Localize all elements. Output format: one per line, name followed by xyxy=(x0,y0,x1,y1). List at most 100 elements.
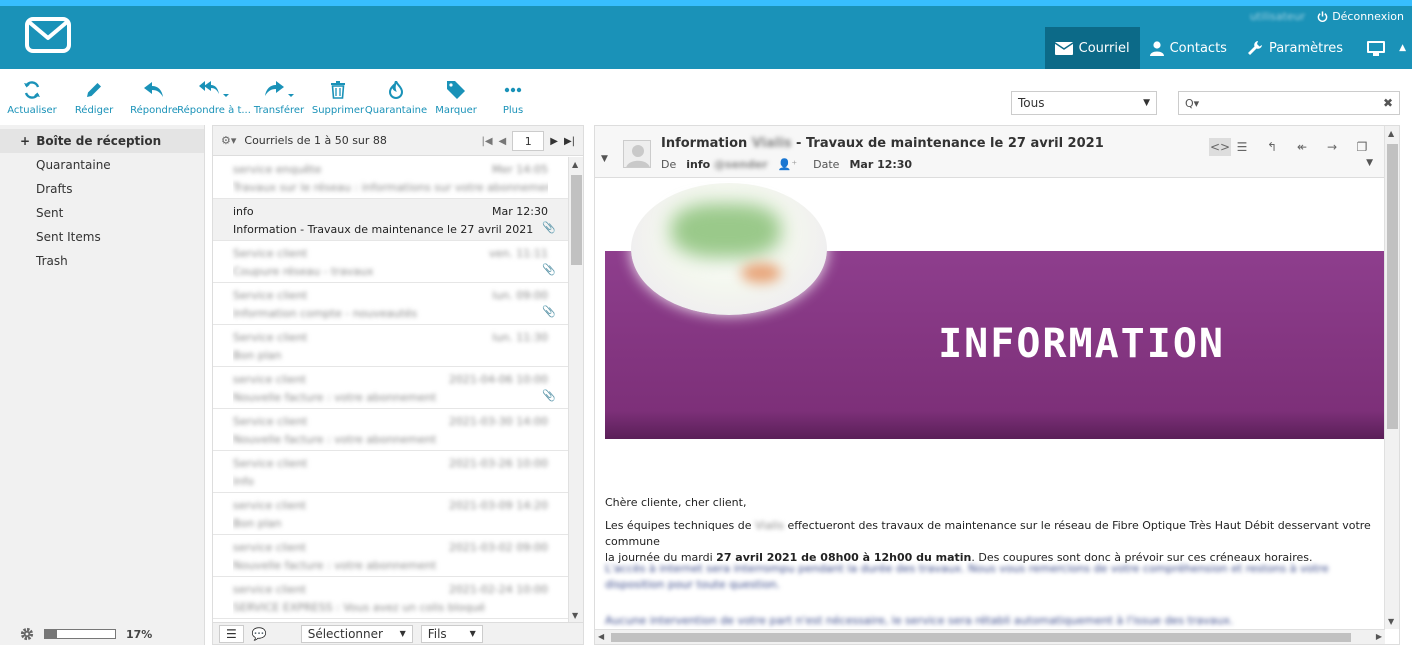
scroll-down-icon[interactable]: ▼ xyxy=(572,611,578,620)
mark-button[interactable]: Marquer xyxy=(435,79,477,116)
table-row[interactable]: service client 2021-03-02 09:00 Nouvelle f… xyxy=(213,535,568,577)
collapse-header-icon[interactable]: ▼ xyxy=(601,154,608,164)
tab-contacts[interactable]: Contacts xyxy=(1140,27,1237,69)
list-scrollbar[interactable]: ▲ ▼ xyxy=(568,157,583,623)
folder-inbox-label: Boîte de réception xyxy=(36,134,162,148)
screen-menu-button[interactable]: ▲ xyxy=(1353,27,1412,69)
forward-button[interactable]: Transférer xyxy=(254,79,304,116)
paperclip-icon: 📎 xyxy=(542,305,556,318)
refresh-button[interactable]: Actualiser xyxy=(7,79,57,116)
expand-plus-icon[interactable]: + xyxy=(20,129,32,153)
folder-list: + Boîte de réception Quarantaine Drafts … xyxy=(0,125,205,645)
thread-dropdown[interactable]: Fils ▼ xyxy=(420,624,483,643)
next-page-icon[interactable]: ▶ xyxy=(550,136,558,147)
search-input[interactable]: Q▾ ✖ xyxy=(1178,91,1400,115)
more-button[interactable]: Plus xyxy=(498,79,528,116)
table-row[interactable]: Service client 2021-03-26 10:00 Info xyxy=(213,451,568,493)
preview-horizontal-scrollbar[interactable]: ◀ ▶ xyxy=(595,629,1385,644)
monitor-icon xyxy=(1367,40,1386,56)
from-address[interactable]: info @sender xyxy=(686,158,767,171)
compose-button[interactable]: Rédiger xyxy=(75,79,113,116)
more-label: Plus xyxy=(502,105,524,116)
table-row[interactable]: Service client ven. 11:11 Coupure réseau -… xyxy=(213,241,568,283)
reply-label: Répondre xyxy=(130,105,178,116)
delete-button[interactable]: Supprimer xyxy=(311,79,365,116)
reply-all-button[interactable]: Répondre à t... xyxy=(177,79,251,116)
open-window-icon[interactable]: ❐ xyxy=(1351,138,1373,156)
list-view-icon[interactable]: ☰ xyxy=(219,624,244,643)
paperclip-icon: 📎 xyxy=(542,263,556,276)
tab-contacts-label: Contacts xyxy=(1169,40,1227,56)
quarantine-button[interactable]: Quarantaine xyxy=(365,79,427,116)
folder-sent[interactable]: Sent xyxy=(0,201,204,225)
paragraph-1-a: Les équipes techniques de xyxy=(605,519,752,532)
text-view-icon[interactable]: ☰ xyxy=(1231,138,1253,156)
scroll-down-icon[interactable]: ▼ xyxy=(1388,617,1394,626)
message-list-header: ⚙▾ Courriels de 1 à 50 sur 88 |◀ ◀ 1 ▶ ▶… xyxy=(213,126,583,156)
list-options-gear-icon[interactable]: ⚙▾ xyxy=(221,134,236,147)
list-scroll-thumb[interactable] xyxy=(571,175,582,265)
message-meta: De info @sender 👤⁺ Date Mar 12:30 xyxy=(661,158,912,171)
thread-bubble-icon[interactable]: 💬 xyxy=(252,627,267,641)
row-date: 2021-03-02 09:00 xyxy=(448,540,548,554)
table-row[interactable]: service client 2021-03-09 14:20 Bon plan xyxy=(213,493,568,535)
row-sender: Service client xyxy=(233,456,308,470)
add-contact-icon[interactable]: 👤⁺ xyxy=(778,158,798,171)
reply-icon[interactable]: ↰ xyxy=(1261,138,1283,156)
message-list-footer: ☰ 💬 Sélectionner ▼ Fils ▼ xyxy=(213,622,583,644)
gear-icon[interactable] xyxy=(20,627,34,641)
reply-button[interactable]: Répondre xyxy=(130,79,178,116)
forward-icon[interactable]: → xyxy=(1321,138,1343,156)
top-nav: Courriel Contacts Paramètres ▲ xyxy=(1044,27,1412,69)
scroll-right-icon[interactable]: ▶ xyxy=(1376,632,1382,641)
last-page-icon[interactable]: ▶| xyxy=(564,136,575,147)
folder-drafts[interactable]: Drafts xyxy=(0,177,204,201)
scroll-left-icon[interactable]: ◀ xyxy=(598,632,604,641)
row-sender: info xyxy=(233,204,254,218)
row-subject: Information compte - nouveautés xyxy=(233,306,418,320)
row-sender: Service client xyxy=(233,414,308,428)
tab-courriel[interactable]: Courriel xyxy=(1044,27,1140,69)
table-row[interactable]: Service client lun. 09:00 Information comp… xyxy=(213,283,568,325)
table-row[interactable]: Service client lun. 11:30 Bon plan xyxy=(213,325,568,367)
select-dropdown[interactable]: Sélectionner ▼ xyxy=(300,624,413,643)
header-options-icon[interactable]: ▼ xyxy=(1366,158,1373,168)
table-row[interactable]: service client 2021-02-24 10:00 SERVICE EX… xyxy=(213,577,568,619)
reply-all-icon[interactable]: ↞ xyxy=(1291,138,1313,156)
scroll-up-icon[interactable]: ▲ xyxy=(1388,129,1394,138)
caret-up-icon: ▲ xyxy=(1399,43,1406,53)
trash-icon xyxy=(331,81,345,99)
row-subject: Nouvelle facture : votre abonnement xyxy=(233,558,437,572)
message-subject: Information Vialis - Travaux de maintena… xyxy=(661,136,1104,151)
app-header: utilisateur Déconnexion Courriel Contact… xyxy=(0,6,1412,69)
mark-label: Marquer xyxy=(435,105,477,116)
caret-down-icon: ▼ xyxy=(1143,98,1150,108)
mail-logo-icon[interactable] xyxy=(24,16,72,56)
folder-quarantine[interactable]: Quarantaine xyxy=(0,153,204,177)
person-icon xyxy=(1149,40,1164,56)
preview-hscroll-thumb[interactable] xyxy=(611,633,1351,642)
table-row[interactable]: info Mar 12:30 Information - Travaux de ma… xyxy=(213,199,568,241)
tab-parametres[interactable]: Paramètres xyxy=(1237,27,1353,69)
table-row[interactable]: service enquête Mer 14:05 Travaux sur le r… xyxy=(213,157,568,199)
preview-scrollbar[interactable]: ▲ ▼ xyxy=(1384,126,1399,629)
row-subject: Coupure réseau - travaux xyxy=(233,264,374,278)
source-view-icon[interactable]: <> xyxy=(1209,138,1231,156)
tag-icon xyxy=(447,81,465,99)
clear-search-icon[interactable]: ✖ xyxy=(1383,96,1393,110)
scroll-up-icon[interactable]: ▲ xyxy=(572,160,578,169)
table-row[interactable]: service client 2021-04-06 10:00 Nouvelle f… xyxy=(213,367,568,409)
folder-sent-items[interactable]: Sent Items xyxy=(0,225,204,249)
folder-trash[interactable]: Trash xyxy=(0,249,204,273)
filter-select[interactable]: Tous ▼ xyxy=(1011,91,1157,115)
first-page-icon[interactable]: |◀ xyxy=(481,136,492,147)
page-number-input[interactable]: 1 xyxy=(512,131,545,151)
preview-scroll-thumb[interactable] xyxy=(1387,144,1398,429)
select-dropdown-label: Sélectionner xyxy=(307,626,383,641)
folder-inbox[interactable]: + Boîte de réception xyxy=(0,129,204,153)
table-row[interactable]: Service client 2021-03-30 14:00 Nouvelle f… xyxy=(213,409,568,451)
logout-link[interactable]: Déconnexion xyxy=(1317,10,1404,23)
prev-page-icon[interactable]: ◀ xyxy=(499,136,507,147)
row-date: Mer 14:05 xyxy=(492,162,548,176)
sender-logo xyxy=(631,183,827,315)
